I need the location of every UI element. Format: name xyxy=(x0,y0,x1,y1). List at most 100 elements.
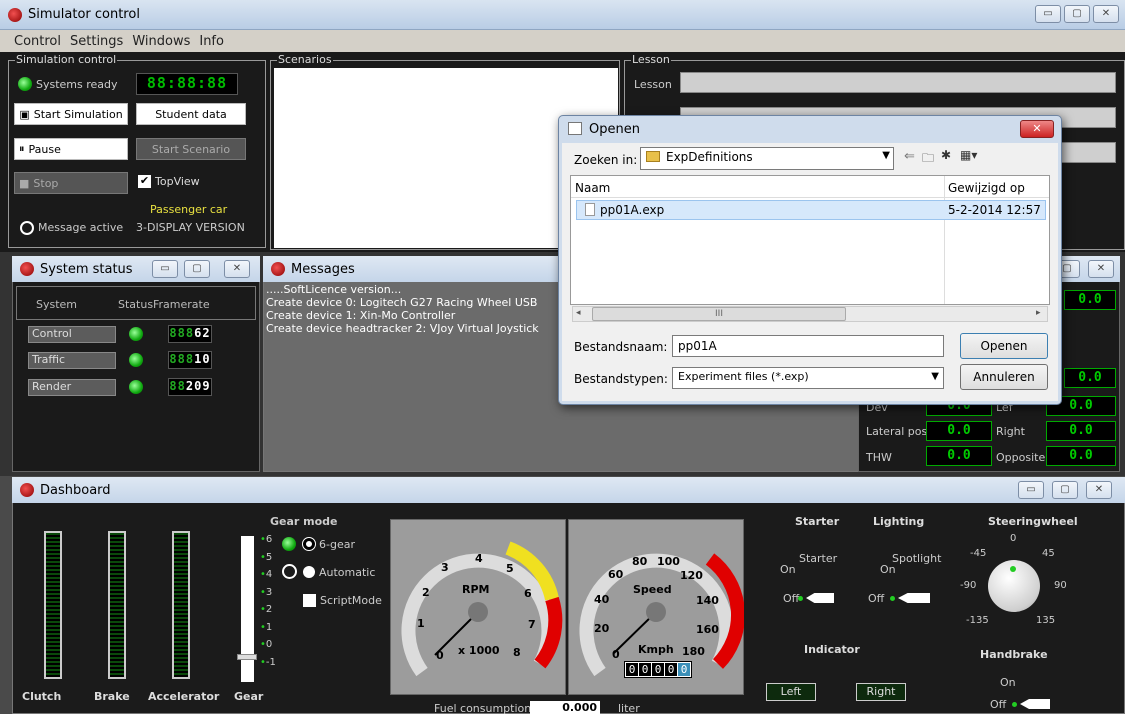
col-framerate: Framerate xyxy=(153,298,210,311)
system-status-maximize[interactable]: ▢ xyxy=(184,260,210,278)
menu-control[interactable]: Control xyxy=(14,34,61,49)
version-label: 3-DISPLAY VERSION xyxy=(136,221,245,234)
dashboard-title: Dashboard xyxy=(40,482,111,498)
row-control-framerate: 88862 xyxy=(168,325,212,343)
indicator-left-button[interactable]: Left xyxy=(766,683,816,701)
lesson-field[interactable] xyxy=(680,72,1116,93)
pause-button[interactable]: ⏸ Pause xyxy=(14,138,128,160)
steer-tick: -90 xyxy=(960,580,977,591)
gear-slider-track[interactable] xyxy=(241,536,254,682)
student-data-button[interactable]: Student data xyxy=(136,103,246,125)
file-date: 5-2-2014 12:57 xyxy=(948,203,1041,217)
messages-title: Messages xyxy=(291,261,355,277)
automatic-radio[interactable] xyxy=(303,566,315,578)
gear-tick: •0 xyxy=(260,639,273,650)
stop-button[interactable]: ■ Stop xyxy=(14,172,128,194)
row-traffic-name: Traffic xyxy=(28,352,116,369)
lesson-field-3[interactable] xyxy=(1060,142,1116,163)
open-button[interactable]: Openen xyxy=(960,333,1048,359)
start-simulation-button[interactable]: ▣ Start Simulation xyxy=(14,103,128,125)
scrollbar-thumb[interactable]: III xyxy=(592,307,846,321)
steer-tick: 0 xyxy=(1010,533,1017,544)
messages-log: .....SoftLicence version... Create devic… xyxy=(266,283,562,335)
rpm-unit: x 1000 xyxy=(458,644,500,657)
starter-on-label: On xyxy=(780,563,796,576)
message-line: Create device 0: Logitech G27 Racing Whe… xyxy=(266,296,538,309)
menu-bar: Control Settings Windows Info xyxy=(0,30,1125,52)
dashboard-minimize[interactable]: ▭ xyxy=(1018,481,1044,499)
lesson-label: Lesson xyxy=(634,78,672,91)
message-line: .....SoftLicence version... xyxy=(266,283,402,296)
cancel-button[interactable]: Annuleren xyxy=(960,364,1048,390)
starter-label: Starter xyxy=(799,552,838,565)
close-button[interactable]: ✕ xyxy=(1093,5,1119,23)
value-display: 0.0 xyxy=(1064,368,1116,388)
steering-indicator-icon xyxy=(1010,566,1016,572)
file-name: pp01A.exp xyxy=(600,203,665,217)
menu-settings[interactable]: Settings xyxy=(70,34,123,49)
view-menu-icon[interactable]: ▦▾ xyxy=(960,148,977,162)
minimize-button[interactable]: ▭ xyxy=(1035,5,1061,23)
speed-tick: 100 xyxy=(657,555,680,568)
col-name-header[interactable]: Naam xyxy=(575,181,610,195)
dashboard-close[interactable]: ✕ xyxy=(1086,481,1112,499)
fuel-value: 0.000 xyxy=(530,701,600,714)
start-scenario-button[interactable]: Start Scenario xyxy=(136,138,246,160)
col-status: Status xyxy=(118,298,154,311)
up-folder-icon[interactable]: 🗀 xyxy=(922,149,934,170)
col-date-header[interactable]: Gewijzigd op xyxy=(948,181,1025,195)
right-value: 0.0 xyxy=(1046,421,1116,441)
system-status-titlebar[interactable]: System status ▭ ▢ ✕ xyxy=(12,256,260,282)
handbrake-off-label: Off xyxy=(990,698,1007,711)
lookin-select[interactable]: ExpDefinitions ▼ xyxy=(640,147,894,170)
row-render-led-icon xyxy=(129,380,143,394)
menu-info[interactable]: Info xyxy=(199,34,224,49)
handbrake-led-icon xyxy=(1012,702,1017,707)
scroll-left-icon[interactable]: ◂ xyxy=(576,308,581,318)
gear-slider-thumb[interactable] xyxy=(237,654,257,660)
new-folder-icon[interactable]: ✱ xyxy=(941,148,951,162)
back-icon[interactable]: ⇐ xyxy=(904,149,915,164)
row-render-framerate: 88209 xyxy=(168,378,212,396)
speed-tick: 0 xyxy=(612,648,620,661)
folder-icon xyxy=(646,151,660,162)
message-active-label: Message active xyxy=(38,221,124,234)
pause-label: Pause xyxy=(28,142,61,156)
gear-tick: •1 xyxy=(260,621,273,633)
car-type-label: Passenger car xyxy=(150,203,228,216)
app-title: Simulator control xyxy=(28,7,140,22)
scriptmode-checkbox[interactable] xyxy=(303,594,316,607)
odometer-digit: 0 xyxy=(652,663,664,676)
speed-unit: Kmph xyxy=(638,643,674,656)
vehicle-data-close[interactable]: ✕ xyxy=(1088,260,1114,278)
menu-windows[interactable]: Windows xyxy=(132,34,190,49)
clutch-label: Clutch xyxy=(22,690,62,703)
six-gear-radio[interactable] xyxy=(302,537,316,551)
message-line: Create device headtracker 2: VJoy Virtua… xyxy=(266,322,539,335)
chevron-down-icon: ▼ xyxy=(931,371,939,382)
rpm-tick: 0 xyxy=(436,649,444,662)
gear-tick: •5 xyxy=(260,551,273,563)
dashboard-maximize[interactable]: ▢ xyxy=(1052,481,1078,499)
spotlight-on-label: On xyxy=(880,563,896,576)
topview-checkbox[interactable]: ✔ xyxy=(138,175,151,188)
speed-tick: 160 xyxy=(696,623,719,636)
pause-icon: ⏸ xyxy=(19,142,25,155)
rpm-tick: 4 xyxy=(475,552,483,565)
speed-tick: 20 xyxy=(594,622,610,635)
opposite-label: Opposite xyxy=(996,451,1046,464)
steeringwheel-heading: Steeringwheel xyxy=(988,515,1078,528)
gear-tick: •3 xyxy=(260,586,273,598)
scroll-right-icon[interactable]: ▸ xyxy=(1036,308,1041,318)
dashboard-titlebar[interactable]: Dashboard ▭ ▢ ✕ xyxy=(12,477,1125,503)
indicator-right-button[interactable]: Right xyxy=(856,683,906,701)
systems-ready-led-icon xyxy=(18,77,32,91)
system-status-close[interactable]: ✕ xyxy=(224,260,250,278)
dialog-close-button[interactable]: ✕ xyxy=(1020,120,1054,138)
maximize-button[interactable]: ▢ xyxy=(1064,5,1090,23)
handbrake-on-label: On xyxy=(1000,676,1016,689)
filename-input[interactable] xyxy=(672,335,944,357)
filetype-select[interactable]: Experiment files (*.exp) ▼ xyxy=(672,367,944,389)
system-status-minimize[interactable]: ▭ xyxy=(152,260,178,278)
app-titlebar[interactable]: Simulator control ▭ ▢ ✕ xyxy=(0,0,1125,30)
